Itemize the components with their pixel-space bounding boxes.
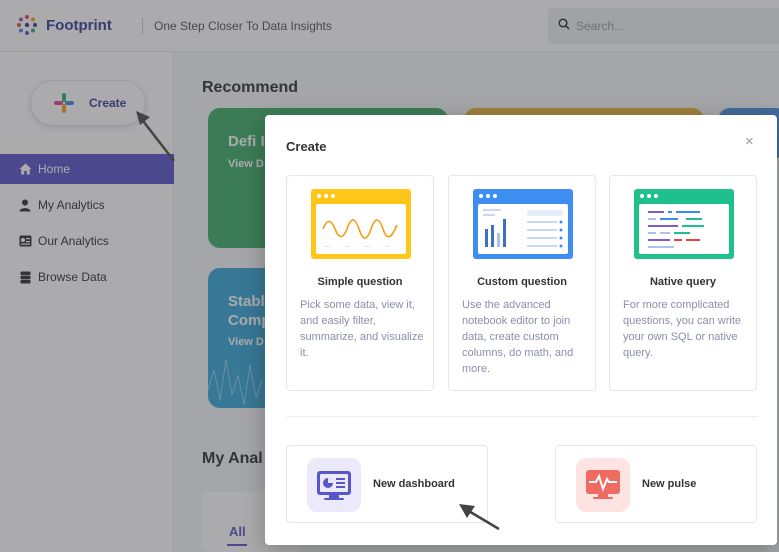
option-title: Native query	[649, 276, 717, 288]
option-description: Use the advanced notebook editor to join…	[462, 299, 574, 375]
code-illustration	[634, 189, 734, 259]
new-pulse-label: New pulse	[642, 478, 697, 490]
pulse-icon	[576, 458, 630, 512]
option-description: Pick some data, view it, and easily filt…	[300, 299, 424, 359]
new-pulse-option[interactable]: New pulse	[555, 445, 757, 523]
close-icon[interactable]: ×	[745, 133, 754, 150]
dashboard-icon	[307, 458, 361, 512]
bar-chart-illustration	[473, 189, 573, 259]
custom-question-option[interactable]: Custom question Use the advanced noteboo…	[448, 175, 596, 391]
new-dashboard-label: New dashboard	[373, 478, 455, 490]
create-modal: Create × Simple question Pick some data,…	[265, 115, 777, 545]
annotation-arrow	[136, 111, 175, 162]
simple-question-option[interactable]: Simple question Pick some data, view it,…	[286, 175, 434, 391]
line-chart-illustration	[311, 189, 411, 259]
annotation-arrow	[459, 504, 500, 531]
divider	[286, 416, 758, 417]
native-query-option[interactable]: Native query For more complicated questi…	[609, 175, 757, 391]
option-title: Custom question	[477, 276, 567, 288]
option-title: Simple question	[317, 276, 403, 288]
modal-title: Create	[286, 139, 327, 154]
option-description: For more complicated questions, you can …	[623, 299, 742, 359]
